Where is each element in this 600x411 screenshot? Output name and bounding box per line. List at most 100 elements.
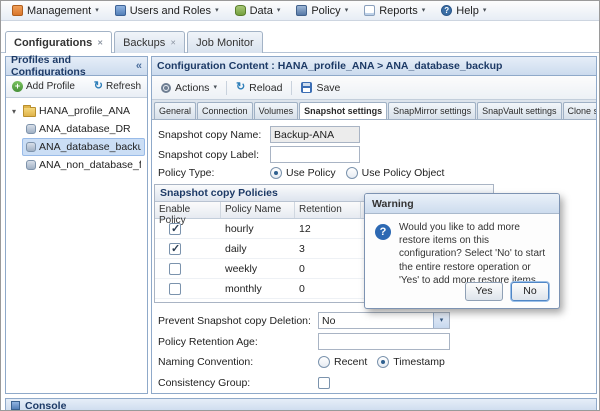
refresh-button[interactable]: ↻ Refresh bbox=[91, 79, 144, 94]
menu-reports[interactable]: Reports ▾ bbox=[357, 3, 432, 19]
enable-policy-checkbox[interactable] bbox=[169, 223, 181, 235]
prevent-deletion-select[interactable]: No ▾ bbox=[318, 312, 450, 329]
chevron-down-icon: ▾ bbox=[215, 7, 219, 14]
tab-connection[interactable]: Connection bbox=[197, 102, 253, 119]
tab-snapvault-settings[interactable]: SnapVault settings bbox=[477, 102, 561, 119]
database-icon bbox=[235, 5, 246, 16]
tab-backups[interactable]: Backups ✕ bbox=[114, 31, 185, 53]
profiles-panel-title: Profiles and Configurations bbox=[11, 54, 132, 78]
tree-node-profile-root[interactable]: ▾ HANA_profile_ANA bbox=[8, 102, 145, 120]
snapshot-copy-label-row: Snapshot copy Label: bbox=[158, 146, 360, 163]
menu-help[interactable]: ? Help ▾ bbox=[434, 3, 493, 19]
configuration-icon bbox=[26, 160, 36, 170]
menu-label: Data bbox=[250, 5, 273, 17]
console-title: Console bbox=[25, 400, 66, 411]
menu-label: Management bbox=[27, 5, 91, 17]
recent-label: Recent bbox=[334, 356, 367, 368]
help-icon: ? bbox=[441, 5, 452, 16]
tab-label: General bbox=[159, 106, 191, 116]
use-policy-object-radio[interactable] bbox=[346, 167, 358, 179]
tree-children: ANA_database_DR ANA_database_backup ANA_… bbox=[8, 120, 145, 174]
actions-label: Actions bbox=[175, 82, 209, 94]
column-retention[interactable]: Retention bbox=[295, 202, 361, 218]
policy-name-cell: hourly bbox=[221, 223, 295, 235]
tab-volumes[interactable]: Volumes bbox=[254, 102, 299, 119]
tree-node-label: ANA_non_database_files_DR bbox=[39, 159, 141, 171]
tab-configurations[interactable]: Configurations ✕ bbox=[5, 31, 112, 53]
chevron-down-icon: ▾ bbox=[345, 7, 349, 14]
tab-close-icon[interactable]: ✕ bbox=[97, 39, 103, 47]
timestamp-label: Timestamp bbox=[393, 356, 445, 368]
tab-label: Job Monitor bbox=[196, 37, 253, 49]
folder-icon bbox=[23, 107, 36, 117]
consistency-group-checkbox[interactable] bbox=[318, 377, 330, 389]
question-icon: ? bbox=[375, 224, 391, 240]
actions-button[interactable]: Actions ▾ bbox=[157, 80, 221, 96]
menu-label: Users and Roles bbox=[130, 5, 211, 17]
policy-retention-age-input[interactable] bbox=[318, 333, 450, 350]
main-tabbar: Configurations ✕ Backups ✕ Job Monitor bbox=[5, 31, 263, 53]
tab-snapmirror-settings[interactable]: SnapMirror settings bbox=[388, 102, 476, 119]
profiles-panel-header: Profiles and Configurations « bbox=[6, 57, 147, 76]
toolbar-separator bbox=[226, 81, 227, 95]
column-enable-policy[interactable]: Enable Policy bbox=[155, 202, 221, 218]
collapse-panel-icon[interactable]: « bbox=[136, 60, 142, 72]
management-icon bbox=[12, 5, 23, 16]
menu-policy[interactable]: Policy ▾ bbox=[289, 3, 355, 19]
policy-type-row: Policy Type: Use Policy Use Policy Objec… bbox=[158, 167, 454, 179]
use-policy-radio[interactable] bbox=[270, 167, 282, 179]
enable-policy-checkbox[interactable] bbox=[169, 243, 181, 255]
yes-button[interactable]: Yes bbox=[465, 282, 503, 301]
chevron-down-icon[interactable]: ▾ bbox=[433, 313, 449, 328]
policy-retention-age-row: Policy Retention Age: bbox=[158, 333, 450, 350]
add-profile-button[interactable]: + Add Profile bbox=[9, 79, 78, 94]
recent-radio[interactable] bbox=[318, 356, 330, 368]
menubar: Management ▾ Users and Roles ▾ Data ▾ Po… bbox=[1, 1, 599, 21]
tab-job-monitor[interactable]: Job Monitor bbox=[187, 31, 262, 53]
tree-node-label: ANA_database_backup bbox=[39, 141, 141, 153]
enable-policy-checkbox[interactable] bbox=[169, 283, 181, 295]
enable-policy-checkbox[interactable] bbox=[169, 263, 181, 275]
refresh-label: Refresh bbox=[106, 81, 141, 92]
add-profile-label: Add Profile bbox=[26, 81, 75, 92]
expander-icon[interactable]: ▾ bbox=[12, 107, 20, 116]
tab-clone-settings[interactable]: Clone settings bbox=[563, 102, 596, 119]
settings-tabbar: General Connection Volumes Snapshot sett… bbox=[152, 100, 596, 120]
menu-label: Reports bbox=[379, 5, 418, 17]
policy-icon bbox=[296, 5, 307, 16]
warning-dialog-titlebar[interactable]: Warning bbox=[365, 194, 559, 214]
consistency-group-row: Consistency Group: bbox=[158, 377, 330, 389]
tab-label: Connection bbox=[202, 106, 248, 116]
tab-label: Backups bbox=[123, 37, 165, 49]
tab-close-icon[interactable]: ✕ bbox=[170, 39, 176, 47]
tab-label: Snapshot settings bbox=[304, 106, 382, 116]
no-button[interactable]: No bbox=[511, 282, 549, 301]
reload-button[interactable]: ↻ Reload bbox=[232, 80, 287, 96]
policy-name-cell: monthly bbox=[221, 283, 295, 295]
tree-node-configuration-selected[interactable]: ANA_database_backup bbox=[22, 138, 145, 156]
console-panel-header[interactable]: Console bbox=[5, 398, 597, 411]
tab-label: SnapMirror settings bbox=[393, 106, 471, 116]
menu-label: Help bbox=[456, 5, 479, 17]
warning-dialog-message: Would you like to add more restore items… bbox=[399, 221, 551, 287]
menu-management[interactable]: Management ▾ bbox=[5, 3, 106, 19]
retention-cell: 3 bbox=[295, 243, 361, 255]
warning-dialog-footer: Yes No bbox=[465, 282, 549, 301]
reload-label: Reload bbox=[249, 82, 282, 94]
snapshot-copy-name-input[interactable] bbox=[270, 126, 360, 143]
tab-general[interactable]: General bbox=[154, 102, 196, 119]
menu-users-and-roles[interactable]: Users and Roles ▾ bbox=[108, 3, 226, 19]
tree-node-label: HANA_profile_ANA bbox=[39, 105, 130, 117]
column-policy-name[interactable]: Policy Name bbox=[221, 202, 295, 218]
tab-snapshot-settings[interactable]: Snapshot settings bbox=[299, 102, 387, 120]
save-button[interactable]: Save bbox=[297, 80, 344, 96]
consistency-group-label: Consistency Group: bbox=[158, 377, 318, 389]
menu-data[interactable]: Data ▾ bbox=[228, 3, 288, 19]
chevron-down-icon: ▾ bbox=[95, 7, 99, 14]
snapshot-copy-label-input[interactable] bbox=[270, 146, 360, 163]
tree-node-configuration[interactable]: ANA_database_DR bbox=[22, 120, 145, 138]
timestamp-radio[interactable] bbox=[377, 356, 389, 368]
chevron-down-icon: ▾ bbox=[483, 7, 487, 14]
tree-node-configuration[interactable]: ANA_non_database_files_DR bbox=[22, 156, 145, 174]
configuration-content-header: Configuration Content : HANA_profile_ANA… bbox=[152, 57, 596, 76]
